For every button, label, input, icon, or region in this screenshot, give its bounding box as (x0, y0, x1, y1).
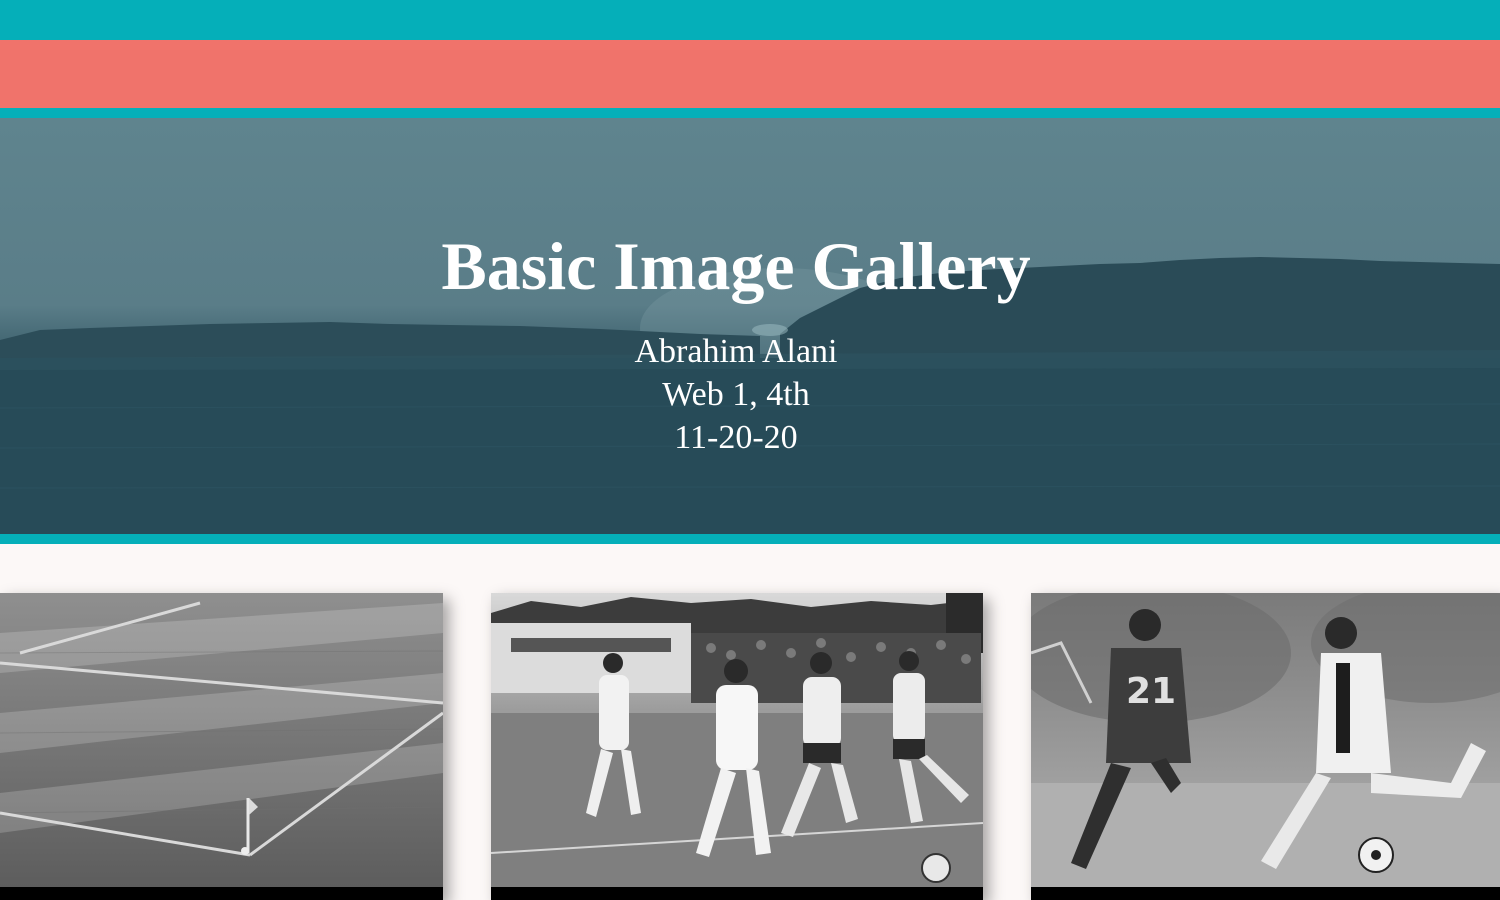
coral-banner (0, 40, 1500, 108)
corner-flag-field-photo (0, 593, 443, 900)
hero-landscape-image (0, 257, 1500, 534)
class-period: Web 1, 4th (662, 376, 810, 413)
date-text: 11-20-20 (674, 419, 798, 456)
page: Basic Image Gallery Abrahim Alani Web 1,… (0, 0, 1500, 900)
soccer-kick-photo: 21 (1031, 593, 1500, 900)
gallery-image-soccer-match[interactable] (491, 593, 983, 900)
hero-banner: Basic Image Gallery Abrahim Alani Web 1,… (0, 118, 1500, 534)
gallery-image-corner-flag[interactable] (0, 593, 443, 900)
top-teal-stripe (0, 0, 1500, 40)
image-gallery: 21 (0, 544, 1500, 900)
teal-divider (0, 108, 1500, 118)
teal-divider-bottom (0, 534, 1500, 544)
gallery-image-soccer-kick[interactable]: 21 (1031, 593, 1500, 900)
author-name: Abrahim Alani (634, 333, 838, 370)
page-title: Basic Image Gallery (441, 228, 1031, 304)
svg-text:21: 21 (1126, 671, 1176, 712)
author-info: Abrahim Alani Web 1, 4th 11-20-20 (0, 330, 1500, 459)
soccer-match-players-photo (491, 593, 983, 900)
